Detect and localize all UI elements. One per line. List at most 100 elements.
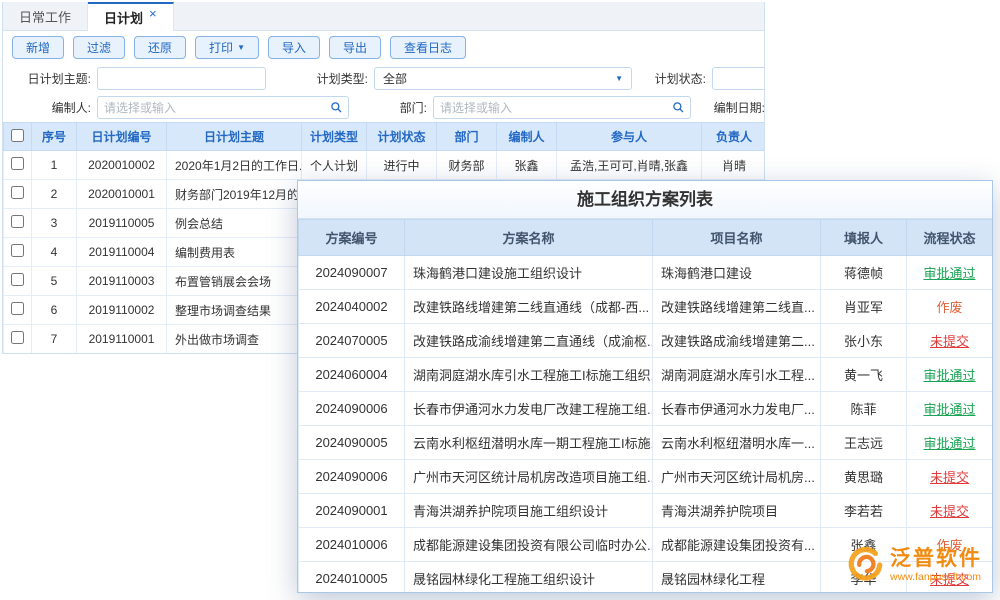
cell-code-link[interactable]: 2019110001 (77, 325, 167, 354)
cell-plan-name-link[interactable]: 改建铁路成渝线增建第二直通线（成渝枢... (405, 324, 653, 358)
cell-project-name-link[interactable]: 湖南洞庭湖水库引水工程... (653, 358, 821, 392)
cell-plan-name-link[interactable]: 湖南洞庭湖水库引水工程施工I标施工组织... (405, 358, 653, 392)
cell-plan-name-link[interactable]: 广州市天河区统计局机房改造项目施工组... (405, 460, 653, 494)
status-badge[interactable]: 未提交 (907, 494, 993, 528)
cell-plan-code-link[interactable]: 2024090007 (299, 256, 405, 290)
row-checkbox[interactable] (11, 157, 24, 170)
plan-type-select[interactable]: 全部 ▼ (374, 67, 632, 90)
row-checkbox[interactable] (11, 244, 24, 257)
topic-input[interactable] (97, 67, 266, 90)
dept-label: 部门: (357, 99, 427, 116)
table-row[interactable]: 2024010006 成都能源建设集团投资有限公司临时办公... 成都能源建设集… (299, 528, 993, 562)
table-row[interactable]: 2024090006 长春市伊通河水力发电厂改建工程施工组... 长春市伊通河水… (299, 392, 993, 426)
cell-plan-code-link[interactable]: 2024040002 (299, 290, 405, 324)
tab-bar: 日常工作 日计划 × (3, 2, 764, 31)
table-row[interactable]: 2024090007 珠海鹤港口建设施工组织设计 珠海鹤港口建设 蒋德帧 审批通… (299, 256, 993, 290)
cell-plan-code-link[interactable]: 2024090006 (299, 392, 405, 426)
cell-code-link[interactable]: 2020010001 (77, 180, 167, 209)
compiler-input[interactable] (97, 96, 349, 119)
cell-code-link[interactable]: 2020010002 (77, 151, 167, 180)
cell-plan-name-link[interactable]: 珠海鹤港口建设施工组织设计 (405, 256, 653, 290)
filter-button[interactable]: 过滤 (73, 36, 125, 59)
table-row[interactable]: 2024070005 改建铁路成渝线增建第二直通线（成渝枢... 改建铁路成渝线… (299, 324, 993, 358)
plan-status-select[interactable] (712, 67, 765, 90)
cell-project-name-link[interactable]: 改建铁路线增建第二线直... (653, 290, 821, 324)
status-badge[interactable]: 未提交 (907, 562, 993, 594)
cell-project-name-link[interactable]: 晟铭园林绿化工程 (653, 562, 821, 594)
dept-input[interactable] (433, 96, 691, 119)
select-all-checkbox[interactable] (11, 129, 24, 142)
tab-close-icon[interactable]: × (149, 6, 157, 21)
restore-button[interactable]: 还原 (134, 36, 186, 59)
cell-topic-link[interactable]: 2020年1月2日的工作日... (167, 151, 302, 180)
status-badge[interactable]: 审批通过 (907, 358, 993, 392)
cell-topic-link[interactable]: 财务部门2019年12月的... (167, 180, 302, 209)
print-button[interactable]: 打印▼ (195, 36, 259, 59)
col-type: 计划类型 (302, 123, 367, 151)
cell-plan-code-link[interactable]: 2024060004 (299, 358, 405, 392)
status-badge[interactable]: 作废 (907, 290, 993, 324)
cell-plan-code-link[interactable]: 2024090006 (299, 460, 405, 494)
row-checkbox[interactable] (11, 186, 24, 199)
table-row[interactable]: 2024010005 晟铭园林绿化工程施工组织设计 晟铭园林绿化工程 李华 未提… (299, 562, 993, 594)
cell-filler: 黄一飞 (821, 358, 907, 392)
cell-topic-link[interactable]: 整理市场调查结果 (167, 296, 302, 325)
view-log-button[interactable]: 查看日志 (390, 36, 466, 59)
cell-project-name-link[interactable]: 改建铁路成渝线增建第二... (653, 324, 821, 358)
status-badge[interactable]: 未提交 (907, 324, 993, 358)
cell-project-name-link[interactable]: 长春市伊通河水力发电厂... (653, 392, 821, 426)
status-badge[interactable]: 审批通过 (907, 392, 993, 426)
cell-topic-link[interactable]: 例会总结 (167, 209, 302, 238)
cell-no: 7 (32, 325, 77, 354)
cell-code-link[interactable]: 2019110002 (77, 296, 167, 325)
col-plan-code: 方案编号 (299, 220, 405, 256)
add-button[interactable]: 新增 (12, 36, 64, 59)
cell-code-link[interactable]: 2019110003 (77, 267, 167, 296)
cell-plan-code-link[interactable]: 2024090001 (299, 494, 405, 528)
cell-owner-link[interactable]: 肖晴 (702, 151, 766, 180)
status-badge[interactable]: 审批通过 (907, 256, 993, 290)
table-row[interactable]: 2024060004 湖南洞庭湖水库引水工程施工I标施工组织... 湖南洞庭湖水… (299, 358, 993, 392)
cell-project-name-link[interactable]: 青海洪湖养护院项目 (653, 494, 821, 528)
cell-project-name-link[interactable]: 珠海鹤港口建设 (653, 256, 821, 290)
cell-plan-code-link[interactable]: 2024070005 (299, 324, 405, 358)
tab-daily-plan[interactable]: 日计划 × (88, 2, 174, 31)
cell-plan-code-link[interactable]: 2024090005 (299, 426, 405, 460)
cell-plan-name-link[interactable]: 改建铁路线增建第二线直通线（成都-西... (405, 290, 653, 324)
status-badge[interactable]: 未提交 (907, 460, 993, 494)
cell-project-name-link[interactable]: 广州市天河区统计局机房... (653, 460, 821, 494)
row-checkbox[interactable] (11, 273, 24, 286)
construction-plan-list-modal: 施工组织方案列表 方案编号 方案名称 项目名称 填报人 流程状态 2024090… (297, 180, 993, 593)
cell-project-name-link[interactable]: 云南水利枢纽潜明水库一... (653, 426, 821, 460)
cell-plan-name-link[interactable]: 青海洪湖养护院项目施工组织设计 (405, 494, 653, 528)
cell-plan-code-link[interactable]: 2024010006 (299, 528, 405, 562)
row-checkbox[interactable] (11, 302, 24, 315)
search-icon[interactable] (672, 101, 685, 117)
cell-topic-link[interactable]: 布置管销展会会场 (167, 267, 302, 296)
status-badge[interactable]: 审批通过 (907, 426, 993, 460)
cell-topic-link[interactable]: 编制费用表 (167, 238, 302, 267)
caret-down-icon: ▼ (615, 74, 623, 83)
import-button[interactable]: 导入 (268, 36, 320, 59)
row-checkbox[interactable] (11, 215, 24, 228)
cell-plan-code-link[interactable]: 2024010005 (299, 562, 405, 594)
table-row[interactable]: 2024040002 改建铁路线增建第二线直通线（成都-西... 改建铁路线增建… (299, 290, 993, 324)
search-icon[interactable] (330, 101, 343, 117)
table-row[interactable]: 1 2020010002 2020年1月2日的工作日... 个人计划 进行中 财… (4, 151, 766, 180)
cell-code-link[interactable]: 2019110004 (77, 238, 167, 267)
cell-code-link[interactable]: 2019110005 (77, 209, 167, 238)
cell-plan-name-link[interactable]: 云南水利枢纽潜明水库一期工程施工I标施... (405, 426, 653, 460)
cell-plan-name-link[interactable]: 成都能源建设集团投资有限公司临时办公... (405, 528, 653, 562)
table-row[interactable]: 2024090001 青海洪湖养护院项目施工组织设计 青海洪湖养护院项目 李若若… (299, 494, 993, 528)
status-badge[interactable]: 作废 (907, 528, 993, 562)
cell-topic-link[interactable]: 外出做市场调查 (167, 325, 302, 354)
cell-project-name-link[interactable]: 成都能源建设集团投资有... (653, 528, 821, 562)
cell-plan-name-link[interactable]: 长春市伊通河水力发电厂改建工程施工组... (405, 392, 653, 426)
row-checkbox[interactable] (11, 331, 24, 344)
tab-daily-work[interactable]: 日常工作 (3, 2, 88, 30)
table-row[interactable]: 2024090005 云南水利枢纽潜明水库一期工程施工I标施... 云南水利枢纽… (299, 426, 993, 460)
cell-no: 4 (32, 238, 77, 267)
export-button[interactable]: 导出 (329, 36, 381, 59)
table-row[interactable]: 2024090006 广州市天河区统计局机房改造项目施工组... 广州市天河区统… (299, 460, 993, 494)
cell-plan-name-link[interactable]: 晟铭园林绿化工程施工组织设计 (405, 562, 653, 594)
